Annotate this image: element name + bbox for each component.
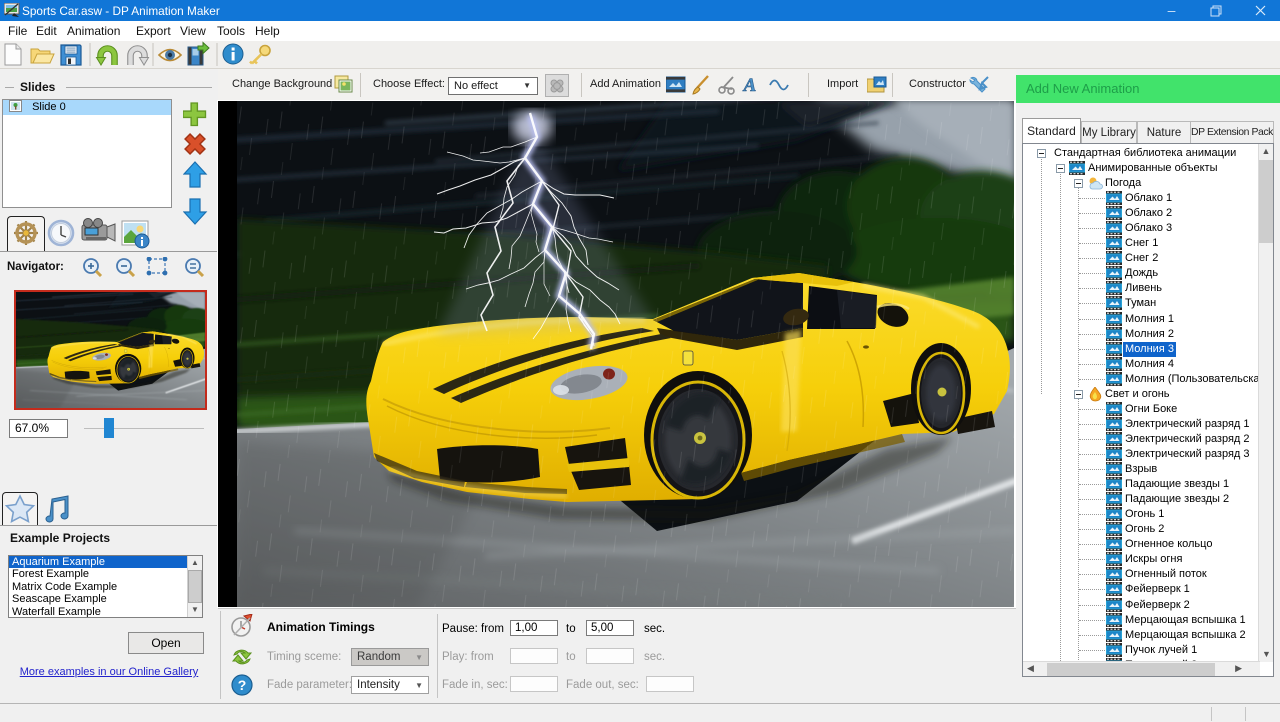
svg-text:A: A (743, 75, 757, 95)
svg-text:?: ? (238, 677, 247, 693)
